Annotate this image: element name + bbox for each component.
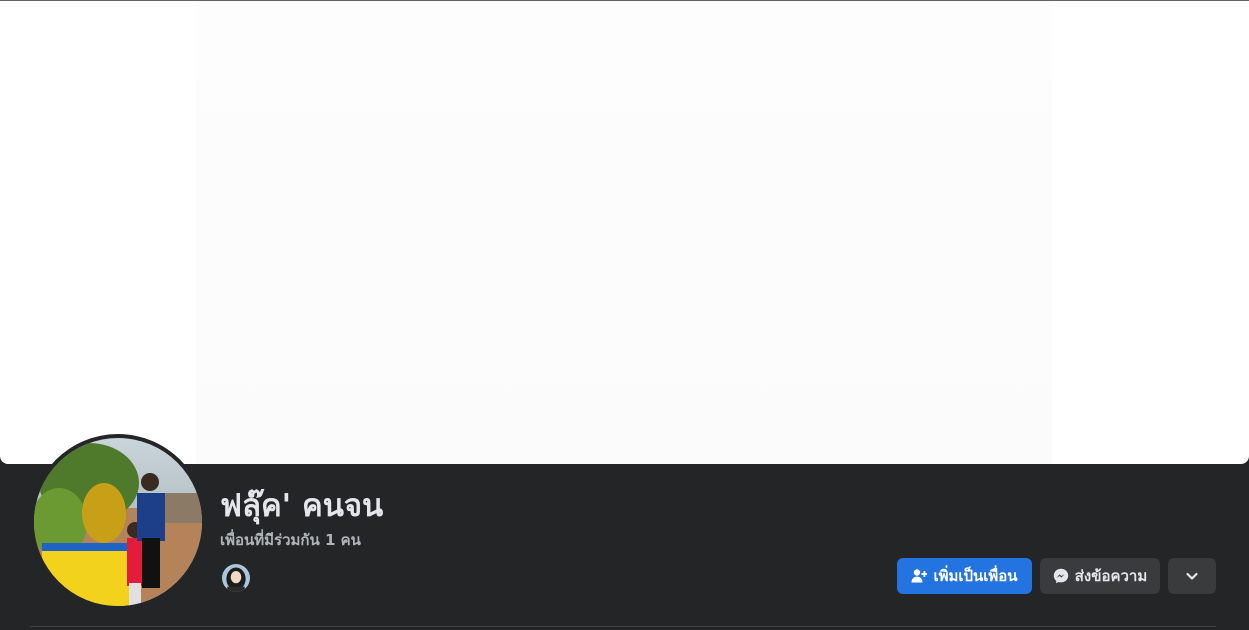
messenger-icon — [1053, 568, 1069, 584]
profile-name: ฟลุ๊ค' คนจน — [220, 488, 384, 524]
add-friend-button[interactable]: เพิ่มเป็นเพื่อน — [897, 558, 1032, 594]
cover-photo[interactable] — [196, 1, 1052, 464]
mutual-friend-avatar[interactable] — [220, 562, 252, 594]
profile-picture-frame — [30, 434, 206, 610]
more-options-button[interactable] — [1168, 558, 1216, 594]
profile-picture[interactable] — [34, 438, 202, 606]
add-friend-icon — [911, 568, 928, 584]
message-button[interactable]: ส่งข้อความ — [1040, 558, 1160, 594]
mutual-friends-count[interactable]: เพื่อนที่มีร่วมกัน 1 คน — [220, 530, 361, 550]
add-friend-label: เพิ่มเป็นเพื่อน — [933, 567, 1018, 585]
message-label: ส่งข้อความ — [1074, 567, 1148, 585]
section-divider — [30, 626, 1216, 627]
cover-area — [0, 0, 1249, 464]
profile-actions: เพิ่มเป็นเพื่อน ส่งข้อความ — [897, 558, 1216, 594]
profile-page: ฟลุ๊ค' คนจน เพื่อนที่มีร่วมกัน 1 คน เพิ่… — [0, 0, 1249, 630]
chevron-down-icon — [1184, 568, 1200, 584]
